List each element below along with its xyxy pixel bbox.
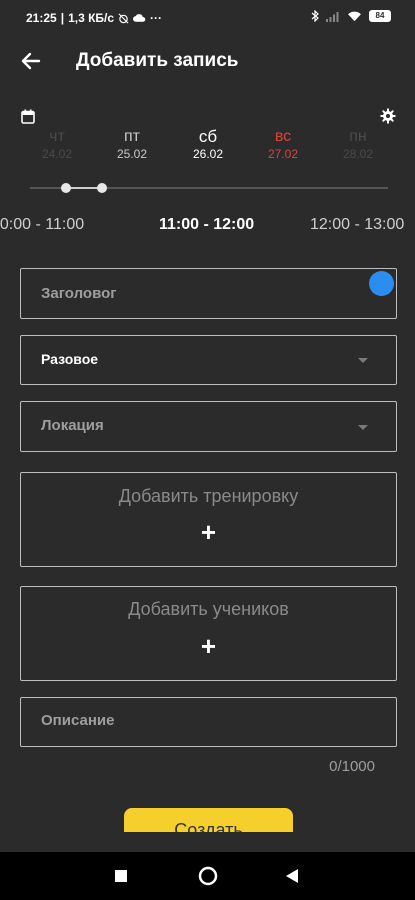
recents-button[interactable] [114,869,128,888]
time-slot-selected[interactable]: 11:00 - 12:00 [159,216,254,234]
status-left: 21:25 | 1,3 КБ/с ··· [26,11,163,25]
location-dropdown[interactable]: Локация [20,401,397,452]
back-nav-button[interactable] [285,868,299,889]
nav-square-icon [115,870,127,882]
day-date: 25.02 [116,147,148,161]
type-value: Разовое [41,351,99,367]
day-date: 26.02 [192,147,224,161]
plus-icon: + [200,631,217,661]
system-nav-bar [0,852,415,900]
dropdown-arrow-icon [358,425,368,430]
plus-icon: + [200,517,217,547]
add-training-label: Добавить тренировку [118,486,299,506]
day-item[interactable]: чт 24.02 [27,128,87,162]
page-title: Добавить запись [76,50,239,71]
description-input[interactable]: Описание [20,697,397,747]
day-item[interactable]: пт 25.02 [102,128,162,162]
add-training-button[interactable]: Добавить тренировку + [20,472,397,567]
cloud-icon [133,14,146,22]
time-slot[interactable]: 12:00 - 13:00 [310,216,404,234]
wifi-icon [348,11,361,21]
bluetooth-icon [311,10,319,22]
calendar-button[interactable] [21,109,35,124]
status-speed: 1,3 КБ/с [68,11,115,25]
calendar-icon [21,109,35,124]
back-arrow-icon [21,52,41,70]
day-name: пн [349,128,367,145]
status-bar: 21:25 | 1,3 КБ/с ··· 84 [0,0,415,36]
time-slot[interactable]: 10:00 - 11:00 [0,216,84,234]
day-date: 24.02 [41,147,73,161]
nav-circle-icon [198,866,218,886]
battery-icon: 84 [369,10,391,22]
location-placeholder: Локация [41,417,104,434]
time-range-slider[interactable] [30,183,388,193]
status-time: 21:25 [26,11,57,25]
type-dropdown[interactable]: Разовое [20,335,397,385]
day-item[interactable]: пн 28.02 [328,128,388,162]
alarm-off-icon [118,13,129,23]
app-bar: Добавить запись [0,36,415,86]
day-item-selected[interactable]: сб 26.02 [178,128,238,162]
slider-start-handle[interactable] [61,183,71,193]
home-button[interactable] [198,866,218,891]
day-name: чт [49,128,65,145]
signal-icon [326,11,339,22]
dropdown-arrow-icon [358,358,368,363]
back-button[interactable] [18,48,44,74]
floating-indicator[interactable] [369,271,394,296]
day-picker: чт 24.02 пт 25.02 сб 26.02 вс 27.02 пн 2… [0,128,415,168]
time-slots: 10:00 - 11:00 11:00 - 12:00 12:00 - 13:0… [0,216,415,238]
gear-icon [380,108,396,124]
day-name: вс [274,128,292,145]
status-more: ··· [150,11,163,25]
settings-button[interactable] [380,108,396,124]
add-students-button[interactable]: Добавить учеников + [20,586,397,681]
day-item[interactable]: вс 27.02 [253,128,313,162]
description-counter: 0/1000 [329,758,375,775]
day-date: 28.02 [342,147,374,161]
title-input[interactable]: Заголовог [20,268,397,319]
description-placeholder: Описание [41,712,115,729]
title-placeholder: Заголовог [41,285,117,302]
nav-triangle-icon [286,869,298,883]
day-date: 27.02 [267,147,299,161]
status-right: 84 [311,10,391,22]
slider-end-handle[interactable] [97,183,107,193]
day-name: сб [198,127,218,146]
add-students-label: Добавить учеников [128,599,289,619]
day-name: пт [124,128,140,145]
